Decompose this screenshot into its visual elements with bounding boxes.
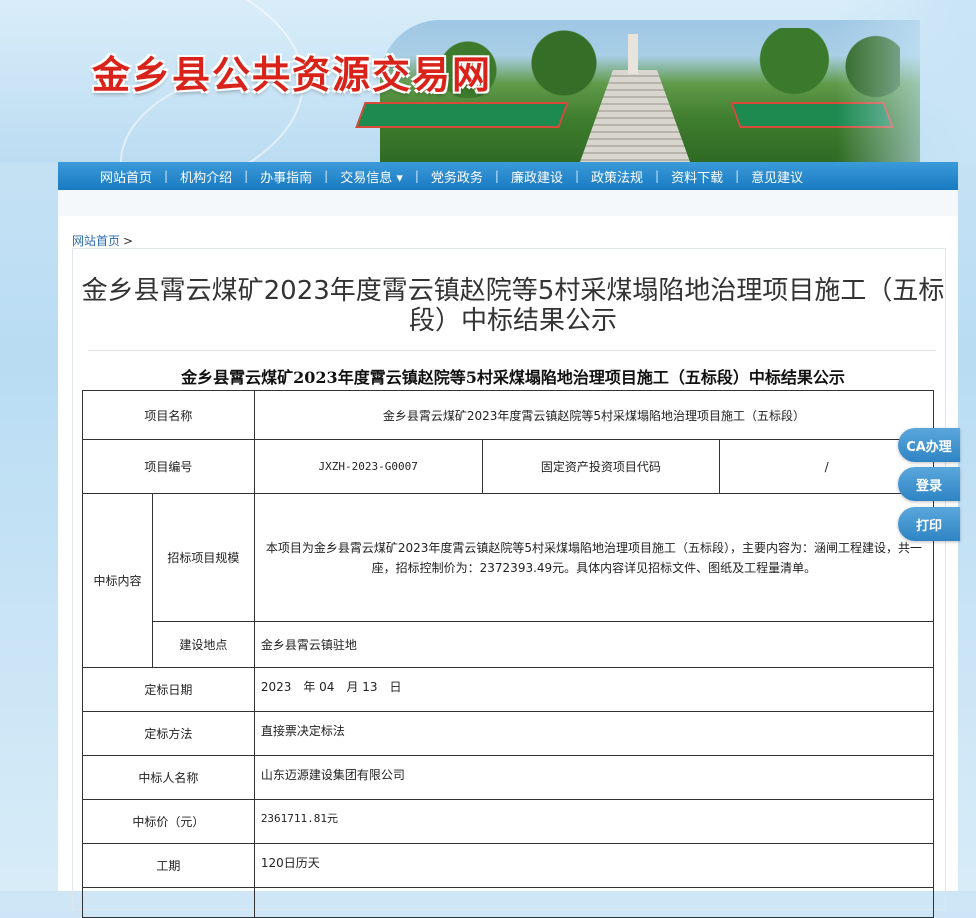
location-value: 金乡县霄云镇驻地 (253, 621, 935, 668)
table-row: 项目名称 金乡县霄云煤矿2023年度霄云镇赵院等5村采煤塌陷地治理项目施工（五标… (82, 390, 935, 440)
bid-scale-label: 招标项目规模 (151, 493, 255, 622)
document-title: 金乡县霄云煤矿2023年度霄云镇赵院等5村采煤塌陷地治理项目施工（五标段）中标结… (181, 368, 845, 387)
login-button[interactable]: 登录 (898, 467, 960, 501)
nav-item-integrity[interactable]: 廉政建设 (499, 167, 575, 186)
location-label: 建设地点 (151, 621, 255, 668)
fixed-asset-code-label: 固定资产投资项目代码 (481, 439, 721, 494)
table-row: 定标方法 直接票决定标法 (82, 711, 935, 756)
table-row: 工期 120日历天 (82, 843, 935, 888)
project-name-value: 金乡县霄云煤矿2023年度霄云镇赵院等5村采煤塌陷地治理项目施工（五标段） (253, 390, 935, 440)
breadcrumb-arrow: > (123, 234, 134, 248)
sub-bar (58, 190, 958, 217)
bid-content-label: 中标内容 (82, 493, 153, 668)
table-row (82, 887, 935, 918)
result-table: 项目名称 金乡县霄云煤矿2023年度霄云镇赵院等5村采煤塌陷地治理项目施工（五标… (82, 390, 935, 918)
nav-item-downloads[interactable]: 资料下载 (659, 167, 735, 186)
project-code-label: 项目编号 (82, 439, 255, 494)
ca-service-button[interactable]: CA办理 (898, 428, 960, 462)
title-divider (88, 350, 936, 351)
bid-price-label: 中标价（元） (82, 799, 255, 844)
award-method-label: 定标方法 (82, 711, 255, 756)
table-row: 项目编号 JXZH-2023-G0007 固定资产投资项目代码 / (82, 439, 934, 494)
nav-item-home[interactable]: 网站首页 (88, 167, 164, 186)
table-row: 中标价（元） 2361711.81元 (82, 799, 935, 844)
table-row: 中标人名称 山东迈源建设集团有限公司 (82, 755, 935, 800)
table-cell-empty (253, 887, 935, 918)
nav-item-guide[interactable]: 办事指南 (248, 167, 324, 186)
banner-flowerbed (355, 102, 569, 128)
table-row: 建设地点 金乡县霄云镇驻地 (83, 621, 935, 668)
nav-item-about[interactable]: 机构介绍 (168, 167, 244, 186)
winner-value: 山东迈源建设集团有限公司 (253, 755, 935, 800)
banner-monument (628, 34, 638, 74)
period-value: 120日历天 (253, 843, 935, 888)
nav-item-party-affairs[interactable]: 党务政务 (419, 167, 495, 186)
award-method-value: 直接票决定标法 (253, 711, 935, 756)
nav-item-policy[interactable]: 政策法规 (579, 167, 655, 186)
page-title: 金乡县霄云煤矿2023年度霄云镇赵院等5村采煤塌陷地治理项目施工（五标段）中标结… (81, 276, 945, 336)
nav-item-feedback[interactable]: 意见建议 (739, 167, 815, 186)
breadcrumb-home-link[interactable]: 网站首页 (72, 234, 120, 248)
award-date-label: 定标日期 (82, 667, 255, 712)
award-date-value: 2023 年 04 月 13 日 (253, 667, 935, 712)
header-banner: 金乡县公共资源交易网 (0, 0, 976, 162)
main-content: 网站首页 > 金乡县霄云煤矿2023年度霄云镇赵院等5村采煤塌陷地治理项目施工（五… (58, 216, 958, 918)
table-row: 中标内容 招标项目规模 本项目为金乡县霄云煤矿2023年度霄云镇赵院等5村采煤塌… (82, 493, 935, 668)
main-nav: 网站首页 | 机构介绍 | 办事指南 | 交易信息 ▾ | 党务政务 | 廉政建… (58, 162, 958, 190)
period-label: 工期 (82, 843, 255, 888)
table-row: 定标日期 2023 年 04 月 13 日 (82, 667, 935, 712)
site-title: 金乡县公共资源交易网 (92, 53, 493, 97)
bid-price-value: 2361711.81元 (253, 799, 935, 844)
print-button[interactable]: 打印 (898, 507, 960, 541)
winner-label: 中标人名称 (82, 755, 255, 800)
banner-fade (836, 0, 976, 162)
project-name-label: 项目名称 (82, 390, 255, 440)
bid-scale-value: 本项目为金乡县霄云煤矿2023年度霄云镇赵院等5村采煤塌陷地治理项目施工（五标段… (253, 493, 935, 622)
nav-item-trade-info[interactable]: 交易信息 ▾ (328, 167, 415, 186)
table-cell-empty (82, 887, 255, 918)
project-code-value: JXZH-2023-G0007 (253, 439, 483, 494)
breadcrumb: 网站首页 > (72, 232, 133, 249)
